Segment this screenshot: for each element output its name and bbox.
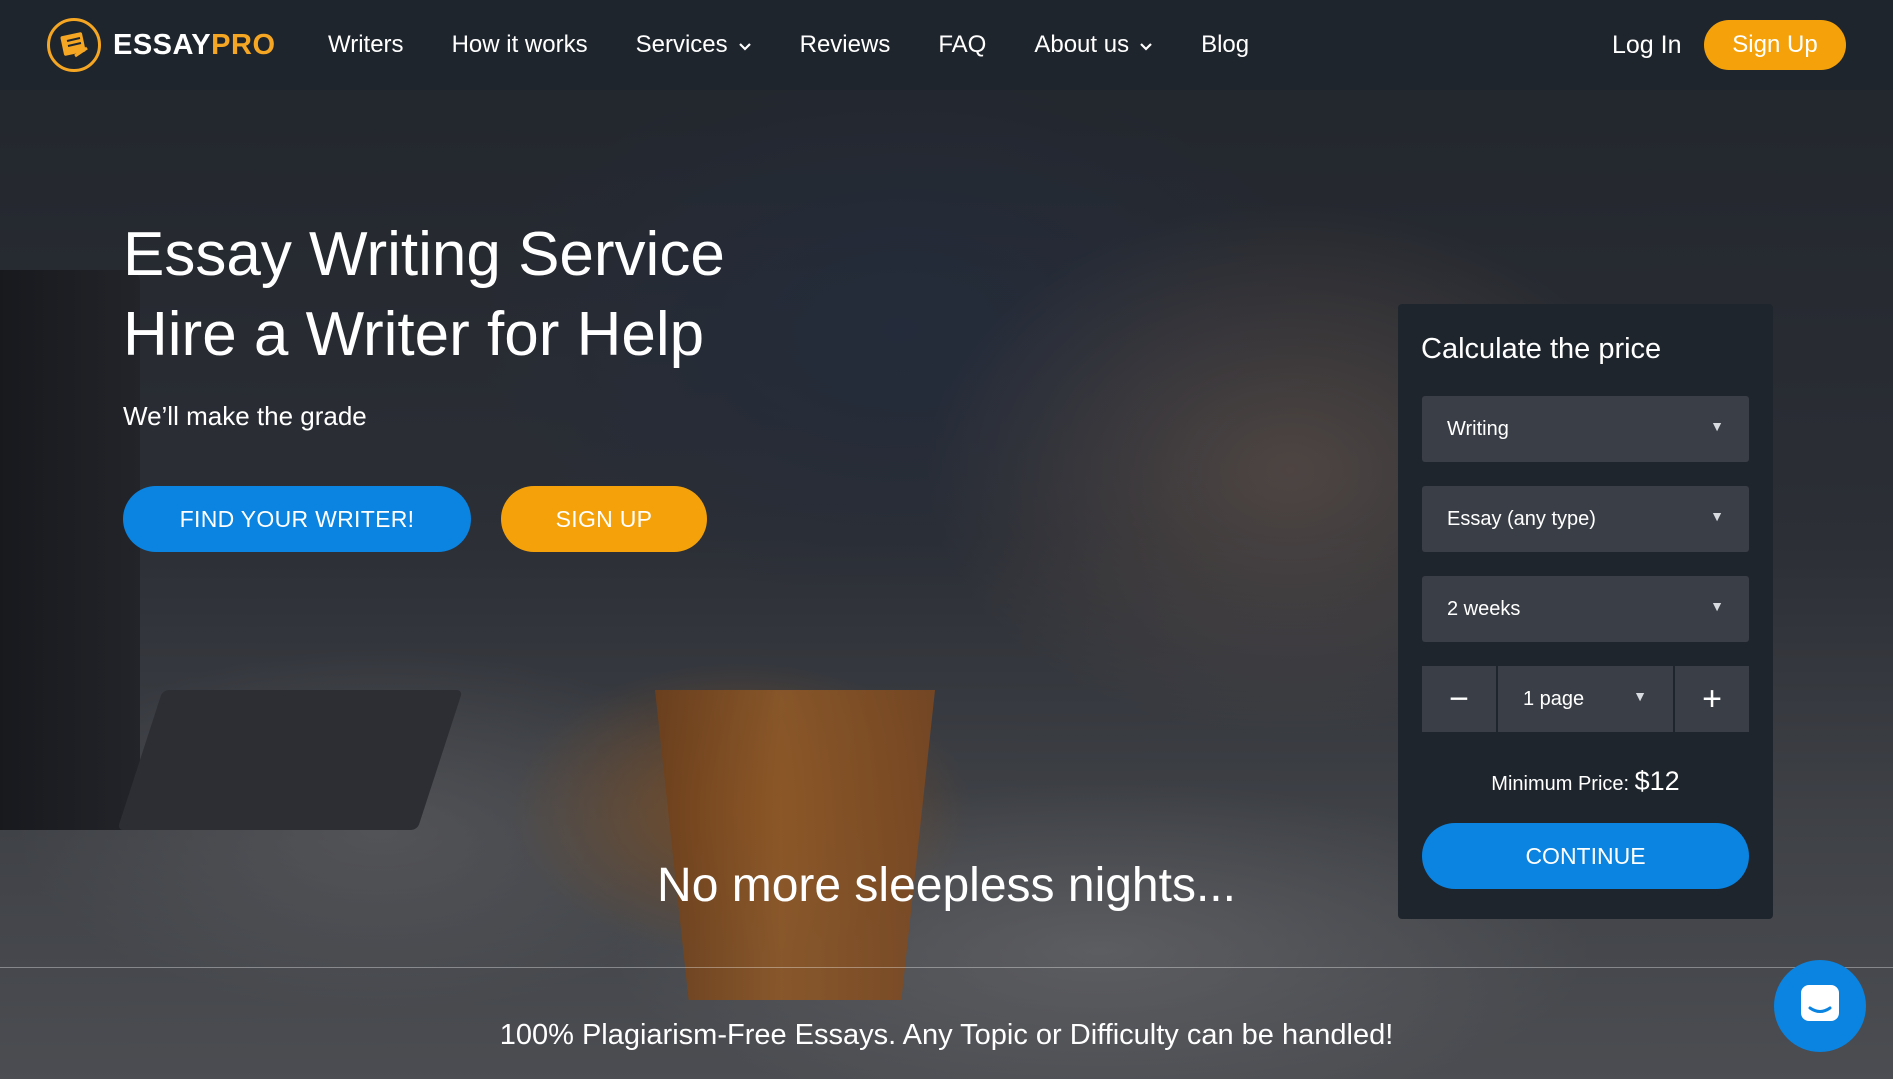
paper-type-select[interactable]: Essay (any type) ▼ — [1422, 486, 1749, 552]
plagiarism-free-text: 100% Plagiarism-Free Essays. Any Topic o… — [499, 1019, 1394, 1051]
minimum-price: Minimum Price: $12 — [1398, 766, 1773, 797]
select-arrow-icon: ▼ — [1633, 688, 1647, 704]
main-nav: Writers How it works Services Reviews FA… — [328, 0, 1297, 90]
increase-pages-button[interactable]: + — [1675, 666, 1749, 732]
chat-button[interactable] — [1774, 960, 1866, 1052]
nav-services[interactable]: Services — [636, 31, 752, 59]
hero-subtitle: We’ll make the grade — [123, 401, 367, 431]
nav-faq[interactable]: FAQ — [938, 31, 986, 59]
nav-about-us[interactable]: About us — [1034, 31, 1153, 59]
login-link[interactable]: Log In — [1612, 31, 1682, 60]
pages-select[interactable]: 1 page ▼ — [1498, 666, 1673, 732]
pages-stepper: − 1 page ▼ + — [1422, 666, 1749, 732]
signup-button[interactable]: Sign Up — [1704, 20, 1846, 70]
hero-signup-button[interactable]: SIGN UP — [501, 486, 707, 552]
nav-writers[interactable]: Writers — [328, 31, 404, 59]
find-writer-button[interactable]: FIND YOUR WRITER! — [123, 486, 471, 552]
hero-title-line1: Essay Writing Service — [123, 220, 725, 289]
hero-title-line2: Hire a Writer for Help — [123, 300, 705, 369]
chat-icon — [1798, 982, 1842, 1031]
continue-button[interactable]: CONTINUE — [1422, 823, 1749, 889]
chevron-down-icon — [1139, 31, 1153, 59]
brand-name: ESSAYPRO — [113, 28, 276, 61]
nav-blog[interactable]: Blog — [1201, 31, 1249, 59]
logo-icon — [47, 18, 101, 72]
deadline-select[interactable]: 2 weeks ▼ — [1422, 576, 1749, 642]
nav-how-it-works[interactable]: How it works — [452, 31, 588, 59]
select-arrow-icon: ▼ — [1710, 598, 1724, 614]
brand-logo[interactable]: ESSAYPRO — [47, 15, 276, 75]
select-arrow-icon: ▼ — [1710, 508, 1724, 524]
pages-value: 1 page — [1523, 687, 1585, 710]
hero-title: Essay Writing Service Hire a Writer for … — [123, 215, 725, 375]
minimum-price-label: Minimum Price: — [1491, 773, 1630, 795]
hero-section: Essay Writing Service Hire a Writer for … — [0, 90, 1893, 1079]
service-type-select[interactable]: Writing ▼ — [1422, 396, 1749, 462]
calculator-title: Calculate the price — [1421, 333, 1662, 365]
paper-type-value: Essay (any type) — [1447, 507, 1596, 530]
hero-divider — [0, 967, 1893, 968]
deadline-value: 2 weeks — [1447, 597, 1521, 620]
minimum-price-value: $12 — [1634, 766, 1680, 796]
price-calculator: Calculate the price Writing ▼ Essay (any… — [1398, 304, 1773, 919]
decrease-pages-button[interactable]: − — [1422, 666, 1496, 732]
select-arrow-icon: ▼ — [1710, 418, 1724, 434]
nav-reviews[interactable]: Reviews — [800, 31, 891, 59]
chevron-down-icon — [738, 31, 752, 59]
service-type-value: Writing — [1447, 417, 1509, 440]
top-navigation: ESSAYPRO Writers How it works Services R… — [0, 0, 1893, 90]
